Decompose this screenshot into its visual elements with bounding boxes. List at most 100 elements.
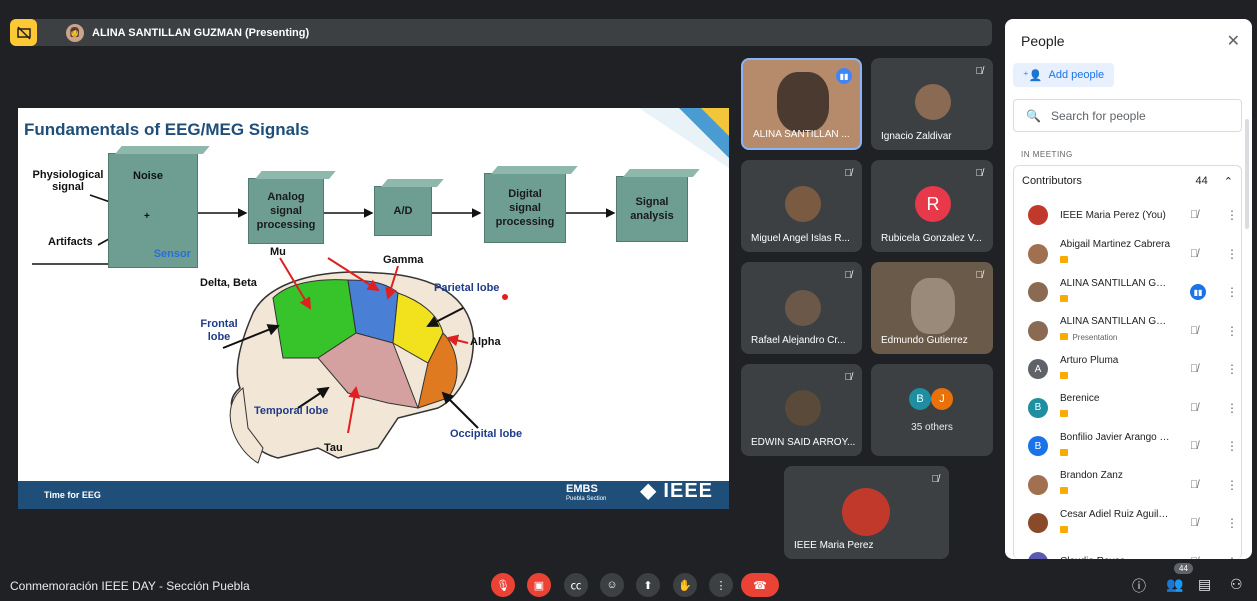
activities-button[interactable]: ⚇ (1230, 576, 1243, 593)
more-vert-icon[interactable]: ⋮ (1226, 439, 1238, 453)
more-vert-icon[interactable]: ⋮ (1226, 555, 1238, 559)
tag-icon (1060, 294, 1068, 302)
people-icon: 👥 (1166, 576, 1184, 592)
video-tile[interactable]: 🎙̸ Ignacio Zaldivar (871, 58, 993, 150)
more-vert-icon[interactable]: ⋮ (1226, 285, 1238, 299)
participant-row[interactable]: ALINA SANTILLAN GUZ... Presentation 🎙̸ ⋮ (1014, 312, 1241, 351)
participant-row[interactable]: Cesar Adiel Ruiz Aguilar ... 🎙̸ ⋮ (1014, 504, 1241, 543)
tile-name: IEEE Maria Perez (794, 540, 874, 551)
more-vert-icon[interactable]: ⋮ (1226, 516, 1238, 530)
camera-off-button[interactable]: ▣ (527, 573, 551, 597)
contributors-header[interactable]: Contributors 44 ⌃ (1014, 166, 1241, 196)
reactions-button[interactable]: ☺ (600, 573, 624, 597)
digital-label: Digital signal processing (495, 187, 555, 229)
meeting-title: Conmemoración IEEE DAY - Sección Puebla (10, 579, 250, 593)
add-people-button[interactable]: ⁺👤 Add people (1013, 63, 1115, 87)
video-tile[interactable]: 🎙̸ EDWIN SAID ARROY... (741, 364, 862, 456)
chat-button[interactable]: ▤ (1198, 576, 1211, 593)
contributors-list: Contributors 44 ⌃ IEEE Maria Perez (You)… (1013, 165, 1242, 559)
mic-off-icon: 🎙̸ (1190, 556, 1198, 559)
mic-off-icon: 🎙̸ (1190, 478, 1199, 491)
tau-label: Tau (324, 442, 343, 454)
mic-off-button[interactable]: 🎙 (491, 573, 515, 597)
participant-row[interactable]: A Arturo Pluma 🎙̸ ⋮ (1014, 350, 1241, 389)
participant-info: IEEE Maria Perez (You) (1060, 210, 1172, 221)
occipital-label: Occipital lobe (450, 428, 523, 440)
video-tile[interactable]: 🎙̸ Rafael Alejandro Cr... (741, 262, 862, 354)
more-vert-icon[interactable]: ⋮ (1226, 324, 1238, 338)
participant-avatar (1028, 243, 1048, 264)
video-tile[interactable]: ▮▮ ALINA SANTILLAN ... (741, 58, 862, 150)
more-vert-icon[interactable]: ⋮ (1226, 208, 1238, 222)
participant-avatar (785, 390, 821, 426)
tile-name: ALINA SANTILLAN ... (753, 129, 850, 140)
info-button[interactable]: ⓘ (1132, 576, 1146, 596)
raise-hand-button[interactable]: ✋ (673, 573, 697, 597)
scrollbar[interactable] (1245, 119, 1249, 229)
emoji-icon: ☺ (606, 579, 618, 591)
add-person-icon: ⁺👤 (1023, 69, 1043, 82)
participant-info: Abigail Martinez Cabrera (1060, 239, 1172, 268)
presenting-bar: 👩 ALINA SANTILLAN GUZMAN (Presenting) (10, 19, 992, 46)
participant-video (911, 278, 955, 334)
participant-name: Brandon Zanz (1060, 470, 1123, 482)
participant-row[interactable]: Brandon Zanz 🎙̸ ⋮ (1014, 466, 1241, 505)
self-video-tile[interactable]: 🎙̸ IEEE Maria Perez (784, 466, 949, 559)
participant-row[interactable]: IEEE Maria Perez (You) 🎙̸ ⋮ (1014, 196, 1241, 235)
presenter-label: 👩 ALINA SANTILLAN GUZMAN (Presenting) (66, 23, 310, 42)
more-vert-icon[interactable]: ⋮ (1226, 247, 1238, 261)
participant-info: Berenice (1060, 393, 1172, 422)
others-tile[interactable]: B J 35 others (871, 364, 993, 456)
video-tile[interactable]: 🎙̸ Miguel Angel Islas R... (741, 160, 862, 252)
participant-avatar (785, 290, 821, 326)
participant-avatar (1028, 513, 1048, 534)
digital-box: Digital signal processing (484, 173, 566, 243)
more-vert-icon: ⋮ (715, 579, 727, 592)
presenter-name: ALINA SANTILLAN GUZMAN (Presenting) (92, 26, 310, 39)
chevron-up-icon: ⌃ (1223, 175, 1233, 188)
camera-off-icon: ▣ (533, 579, 545, 592)
search-placeholder: Search for people (1050, 108, 1146, 123)
more-vert-icon[interactable]: ⋮ (1226, 362, 1238, 376)
mic-off-icon: 🎙̸ (975, 66, 984, 77)
video-tile[interactable]: R 🎙̸ Rubicela Gonzalez V... (871, 160, 993, 252)
more-vert-icon[interactable]: ⋮ (1226, 478, 1238, 492)
participant-name: Abigail Martinez Cabrera (1060, 239, 1171, 251)
artifacts-label: Artifacts (48, 236, 93, 248)
participant-info: Claudia Reyes (1060, 556, 1172, 559)
leave-call-button[interactable]: ☎ (741, 573, 779, 597)
participant-avatar (1028, 320, 1048, 341)
tile-name: Edmundo Gutierrez (881, 335, 968, 346)
mu-label: Mu (270, 246, 286, 258)
close-icon[interactable]: ✕ (1227, 31, 1240, 51)
participant-avatar (842, 488, 890, 536)
more-vert-icon[interactable]: ⋮ (1226, 401, 1238, 415)
tile-name: Rafael Alejandro Cr... (751, 335, 846, 346)
video-tile[interactable]: 🎙̸ Edmundo Gutierrez (871, 262, 993, 354)
participant-info: Cesar Adiel Ruiz Aguilar ... (1060, 509, 1172, 538)
search-icon: 🔍 (1026, 108, 1041, 123)
tile-name: Ignacio Zaldivar (881, 131, 952, 142)
participant-avatar (1028, 205, 1048, 226)
participant-row[interactable]: B Bonfilio Javier Arango P... 🎙̸ ⋮ (1014, 427, 1241, 466)
mic-off-icon: 🎙̸ (1190, 324, 1199, 337)
captions-button[interactable]: ㏄ (564, 573, 588, 597)
embs-logo-text: EMBS (566, 482, 598, 495)
search-input[interactable]: 🔍 Search for people (1013, 99, 1242, 132)
stop-presenting-button[interactable] (10, 19, 37, 46)
slide-footer: Time for EEG (18, 481, 729, 509)
participant-row[interactable]: B Berenice 🎙̸ ⋮ (1014, 389, 1241, 428)
participant-row[interactable]: ALINA SANTILLAN GUZ... ▮▮ ⋮ (1014, 273, 1241, 312)
participant-info: Brandon Zanz (1060, 470, 1172, 499)
alpha-label: Alpha (470, 336, 501, 348)
activities-icon: ⚇ (1230, 576, 1243, 592)
people-button[interactable]: 👥 (1166, 576, 1183, 593)
more-options-button[interactable]: ⋮ (709, 573, 733, 597)
participant-row[interactable]: Claudia Reyes 🎙̸ ⋮ (1014, 543, 1241, 559)
temporal-label: Temporal lobe (254, 405, 329, 417)
participant-name: IEEE Maria Perez (You) (1060, 209, 1166, 221)
gamma-label: Gamma (383, 254, 424, 266)
analog-label: Analog signal processing (256, 190, 316, 232)
present-button[interactable]: ⬆ (636, 573, 660, 597)
participant-row[interactable]: Abigail Martinez Cabrera 🎙̸ ⋮ (1014, 235, 1241, 274)
